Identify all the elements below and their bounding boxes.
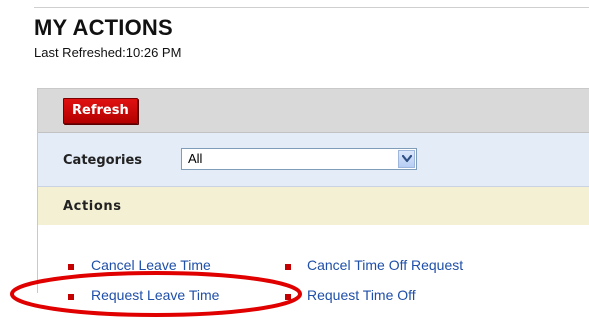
categories-dropdown[interactable]: All — [181, 148, 417, 170]
last-refreshed-text: Last Refreshed:10:26 PM — [34, 45, 182, 60]
actions-panel: Refresh Categories All Actions Cancel Le… — [37, 88, 589, 303]
actions-title: Actions — [63, 199, 122, 214]
top-divider — [34, 7, 589, 8]
request-time-off-link[interactable]: Request Time Off — [307, 287, 416, 303]
cancel-leave-time-link[interactable]: Cancel Leave Time — [91, 257, 211, 273]
refresh-button[interactable]: Refresh — [63, 98, 138, 124]
square-bullet-icon — [68, 294, 74, 300]
categories-selected-value: All — [188, 151, 203, 166]
toolbar: Refresh — [38, 89, 589, 133]
request-leave-time-link[interactable]: Request Leave Time — [91, 287, 219, 303]
categories-label: Categories — [63, 153, 143, 168]
chevron-down-icon[interactable] — [398, 150, 415, 168]
categories-filter-row: Categories All — [38, 133, 589, 187]
square-bullet-icon — [285, 294, 291, 300]
square-bullet-icon — [68, 264, 74, 270]
page-title: MY ACTIONS — [34, 15, 173, 40]
square-bullet-icon — [285, 264, 291, 270]
cancel-time-off-request-link[interactable]: Cancel Time Off Request — [307, 257, 463, 273]
actions-section-header: Actions — [38, 187, 589, 225]
